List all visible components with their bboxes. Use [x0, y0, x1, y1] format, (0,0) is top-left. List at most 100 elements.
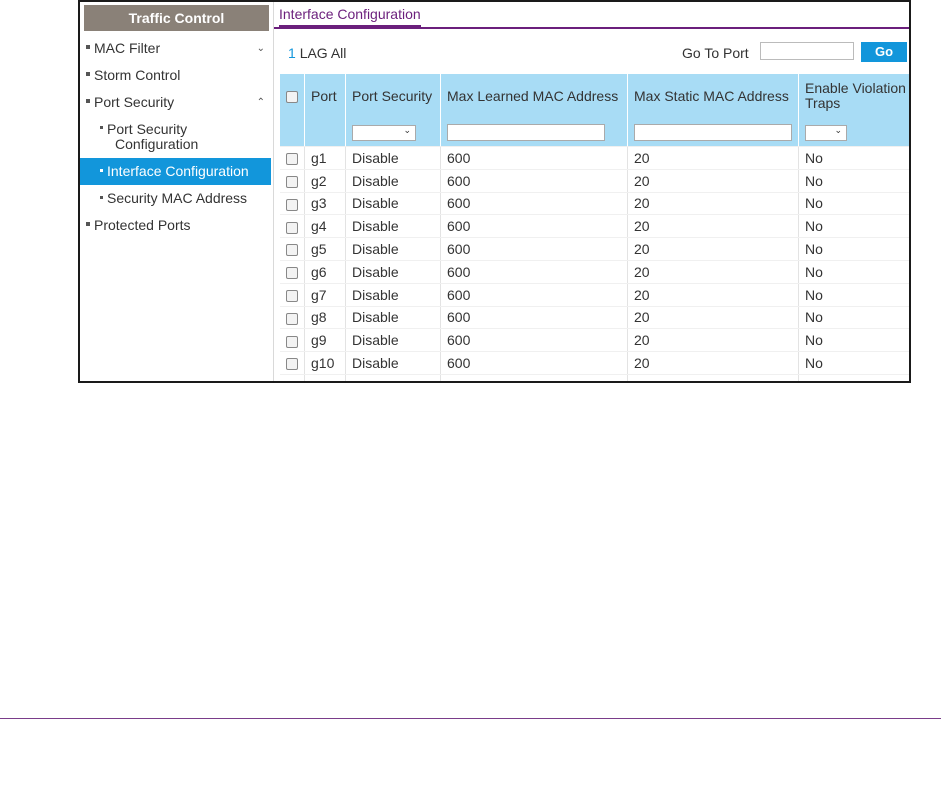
row-checkbox[interactable] — [286, 267, 298, 280]
sidebar-item-port-security-configuration[interactable]: Port Security Configuration — [80, 116, 273, 158]
row-checkbox[interactable] — [286, 221, 298, 234]
violation-traps-cell: No — [798, 237, 909, 261]
column-header-max-static[interactable]: Max Static MAC Address — [627, 74, 799, 118]
main-panel: Interface Configuration 1 LAG All Go To … — [274, 2, 909, 381]
lag-link[interactable]: LAG — [300, 45, 328, 61]
table-row[interactable]: g2 Disable 600 20 No — [280, 169, 909, 193]
chevron-down-icon: ⌄ — [256, 43, 265, 54]
table-row[interactable]: g5 Disable 600 20 No — [280, 237, 909, 261]
sidebar-item-mac-filter[interactable]: MAC Filter ⌄ — [80, 35, 273, 62]
table-row[interactable]: g1 Disable 600 20 No — [280, 146, 909, 170]
filter-cell — [304, 118, 346, 147]
max-static-cell: 20 — [627, 169, 799, 193]
filter-cell: ⌄ — [345, 118, 441, 147]
row-select-cell — [280, 237, 305, 261]
port-cell: g5 — [304, 237, 346, 261]
port-cell: g9 — [304, 328, 346, 353]
max-learned-cell: 600 — [440, 169, 628, 193]
table-row[interactable]: g8 Disable 600 20 No — [280, 306, 909, 330]
table-row[interactable]: g4 Disable 600 20 No — [280, 214, 909, 239]
max-learned-cell: 600 — [440, 328, 628, 353]
row-select-cell — [280, 169, 305, 193]
table-row[interactable]: g10 Disable 600 20 No — [280, 351, 909, 375]
select-all-header — [280, 74, 305, 118]
table-row[interactable]: g9 Disable 600 20 No — [280, 328, 909, 353]
chevron-down-icon: ⌄ — [403, 124, 411, 135]
table-row[interactable]: g3 Disable 600 20 No — [280, 192, 909, 216]
table-row[interactable]: g6 Disable 600 20 No — [280, 260, 909, 284]
max-learned-cell: 600 — [440, 306, 628, 330]
max-static-cell: 20 — [627, 328, 799, 353]
sidebar-item-label: MAC Filter — [94, 40, 161, 56]
table-row[interactable]: g11Disable60020No — [280, 374, 909, 383]
max-learned-input[interactable] — [447, 123, 605, 141]
column-header-port[interactable]: Port — [304, 74, 346, 118]
port-cell: g11 — [304, 374, 346, 381]
max-static-cell: 20 — [627, 146, 799, 170]
select-all-checkbox[interactable] — [286, 90, 298, 103]
max-static-cell: 20 — [627, 192, 799, 216]
row-checkbox[interactable] — [286, 335, 298, 348]
sidebar-item-storm-control[interactable]: Storm Control — [80, 62, 273, 89]
column-header-violation-traps[interactable]: Enable Violation Traps — [798, 74, 909, 118]
sidebar-item-label: Storm Control — [94, 67, 181, 83]
table-row[interactable]: g7 Disable 600 20 No — [280, 283, 909, 307]
row-select-cell — [280, 374, 305, 383]
port-security-cell: Disable — [345, 237, 441, 261]
port-security-cell: Disable — [345, 169, 441, 193]
filter-cell — [627, 118, 799, 147]
violation-traps-cell: No — [798, 260, 909, 284]
sidebar-item-security-mac-address[interactable]: Security MAC Address — [80, 185, 273, 212]
violation-traps-cell: No — [798, 374, 909, 381]
violation-traps-cell: No — [798, 328, 909, 353]
port-security-cell: Disable — [345, 146, 441, 170]
column-header-port-security[interactable]: Port Security — [345, 74, 441, 118]
lag-filter: 1 LAG All — [288, 45, 346, 61]
tab-interface-configuration[interactable]: Interface Configuration — [279, 6, 421, 27]
bullet-icon — [100, 168, 103, 172]
max-learned-cell: 600 — [440, 214, 628, 239]
row-checkbox[interactable] — [286, 244, 298, 257]
max-learned-cell: 600 — [440, 192, 628, 216]
sidebar-item-label: Interface Configuration — [107, 163, 249, 179]
row-checkbox[interactable] — [286, 175, 298, 188]
violation-traps-cell: No — [798, 146, 909, 170]
violation-traps-cell: No — [798, 192, 909, 216]
port-security-cell: Disable — [345, 260, 441, 284]
all-link[interactable]: All — [331, 45, 347, 61]
max-static-cell: 20 — [627, 214, 799, 239]
port-security-cell: Disable — [345, 351, 441, 375]
port-cell: g8 — [304, 306, 346, 330]
port-security-cell: Disable — [345, 192, 441, 216]
row-checkbox[interactable] — [286, 358, 298, 371]
sidebar-item-label: Protected Ports — [94, 217, 191, 233]
goto-port-input[interactable] — [760, 42, 854, 60]
row-select-cell — [280, 351, 305, 375]
lag-number-link[interactable]: 1 — [288, 45, 296, 61]
port-security-select[interactable]: ⌄ — [352, 124, 416, 141]
row-checkbox[interactable] — [286, 289, 298, 302]
sidebar-item-port-security[interactable]: Port Security ⌃ — [80, 89, 273, 116]
max-static-cell: 20 — [627, 283, 799, 307]
column-header-max-learned[interactable]: Max Learned MAC Address — [440, 74, 628, 118]
port-security-cell: Disable — [345, 214, 441, 239]
row-select-cell — [280, 306, 305, 330]
go-button[interactable]: Go — [861, 42, 907, 62]
port-cell: g6 — [304, 260, 346, 284]
port-cell: g3 — [304, 192, 346, 216]
sidebar-item-protected-ports[interactable]: Protected Ports — [80, 212, 273, 239]
row-checkbox[interactable] — [286, 153, 298, 166]
max-static-cell: 20 — [627, 237, 799, 261]
row-checkbox[interactable] — [286, 198, 298, 211]
max-learned-cell: 600 — [440, 374, 628, 381]
row-checkbox[interactable] — [286, 381, 298, 383]
max-learned-cell: 600 — [440, 351, 628, 375]
sidebar-item-interface-configuration[interactable]: Interface Configuration — [80, 158, 271, 185]
violation-traps-select[interactable]: ⌄ — [805, 124, 847, 141]
goto-port-label: Go To Port — [682, 45, 749, 61]
max-static-input[interactable] — [634, 123, 792, 141]
page-divider — [0, 718, 941, 719]
port-security-cell: Disable — [345, 306, 441, 330]
app-frame: Traffic Control MAC Filter ⌄ Storm Contr… — [78, 0, 911, 383]
row-checkbox[interactable] — [286, 312, 298, 325]
